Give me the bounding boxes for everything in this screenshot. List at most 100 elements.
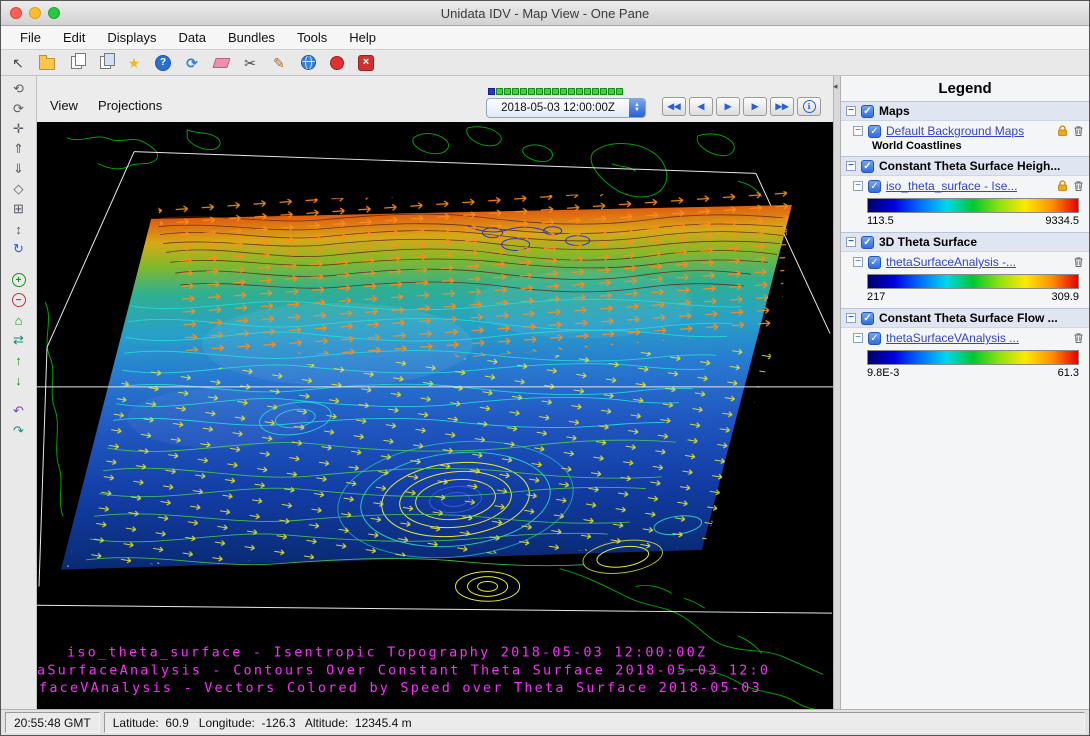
collapse-icon[interactable] xyxy=(846,237,856,247)
animation-properties-button[interactable]: ℹ xyxy=(797,97,821,116)
display-link[interactable]: Default Background Maps xyxy=(886,124,1024,138)
timeline-step[interactable] xyxy=(520,88,527,95)
collapse-icon[interactable] xyxy=(846,161,856,171)
menu-edit[interactable]: Edit xyxy=(52,27,96,48)
menu-bundles[interactable]: Bundles xyxy=(217,27,286,48)
pane-splitter[interactable]: ◂ xyxy=(833,76,841,709)
collapse-icon[interactable] xyxy=(853,257,863,267)
timeline-step[interactable] xyxy=(560,88,567,95)
visibility-checkbox[interactable] xyxy=(868,332,881,345)
timeline-step[interactable] xyxy=(552,88,559,95)
timeline-step[interactable] xyxy=(544,88,551,95)
rotate-right-icon[interactable]: ⟳ xyxy=(7,100,31,118)
menu-tools[interactable]: Tools xyxy=(286,27,338,48)
grid-view-icon[interactable]: ⊞ xyxy=(7,200,31,218)
delete-icon[interactable] xyxy=(1073,332,1084,344)
display-link[interactable]: thetaSurfaceAnalysis -... xyxy=(886,255,1016,269)
zoom-out-icon[interactable]: − xyxy=(7,291,31,309)
edit-pencil-icon[interactable]: ✎ xyxy=(268,52,290,73)
tilt-up-icon[interactable]: ⇑ xyxy=(7,140,31,158)
paste-page-icon[interactable] xyxy=(94,52,116,73)
timeline-step[interactable] xyxy=(584,88,591,95)
step-back-button[interactable]: ◀ xyxy=(689,97,713,116)
display-link[interactable]: iso_theta_surface - Ise... xyxy=(886,179,1017,193)
close-window-button[interactable] xyxy=(10,7,22,19)
visibility-checkbox[interactable] xyxy=(861,236,874,249)
delete-icon[interactable] xyxy=(1073,180,1084,192)
stop-icon[interactable]: × xyxy=(355,52,377,73)
pan-view-icon[interactable]: ✛ xyxy=(7,120,31,138)
timeline-step[interactable] xyxy=(592,88,599,95)
timeline-step[interactable] xyxy=(536,88,543,95)
map-view-canvas[interactable]: iso_theta_surface - Isentropic Topograph… xyxy=(37,122,833,709)
timeline-step[interactable] xyxy=(512,88,519,95)
pan-horizontal-icon[interactable]: ⇄ xyxy=(7,331,31,349)
menu-displays[interactable]: Displays xyxy=(96,27,167,48)
menu-help[interactable]: Help xyxy=(338,27,387,48)
open-folder-icon[interactable] xyxy=(36,52,58,73)
lock-icon[interactable] xyxy=(1057,125,1068,137)
timeline-step[interactable] xyxy=(600,88,607,95)
visibility-checkbox[interactable] xyxy=(861,160,874,173)
menu-data[interactable]: Data xyxy=(167,27,216,48)
colorbar-gradient[interactable] xyxy=(867,350,1079,365)
refresh-view-icon[interactable]: ↻ xyxy=(7,240,31,258)
timeline-step[interactable] xyxy=(576,88,583,95)
timeline-step[interactable] xyxy=(528,88,535,95)
timeline-step[interactable] xyxy=(496,88,503,95)
cut-icon[interactable]: ✂ xyxy=(239,52,261,73)
pan-up-icon[interactable]: ↑ xyxy=(7,351,31,369)
timeline-step[interactable] xyxy=(504,88,511,95)
collapse-icon[interactable] xyxy=(853,126,863,136)
go-to-start-button[interactable]: ◀◀ xyxy=(662,97,686,116)
display-link[interactable]: thetaSurfaceVAnalysis ... xyxy=(886,331,1019,345)
collapse-icon[interactable] xyxy=(853,333,863,343)
lock-icon[interactable] xyxy=(1057,180,1068,192)
perspective-view-icon[interactable]: ◇ xyxy=(7,180,31,198)
visibility-checkbox[interactable] xyxy=(861,105,874,118)
reload-icon[interactable]: ⟳ xyxy=(181,52,203,73)
timeline-step[interactable] xyxy=(568,88,575,95)
visibility-checkbox[interactable] xyxy=(868,256,881,269)
colorbar-gradient[interactable] xyxy=(867,274,1079,289)
pan-down-icon[interactable]: ↓ xyxy=(7,371,31,389)
rotate-left-icon[interactable]: ⟲ xyxy=(7,80,31,98)
visibility-checkbox[interactable] xyxy=(861,312,874,325)
visibility-checkbox[interactable] xyxy=(868,125,881,138)
time-stepper-icon[interactable] xyxy=(629,99,645,117)
delete-icon[interactable] xyxy=(1073,125,1084,137)
menu-file[interactable]: File xyxy=(9,27,52,48)
home-view-icon[interactable]: ⌂ xyxy=(7,311,31,329)
timeline-step[interactable] xyxy=(488,88,495,95)
record-icon[interactable] xyxy=(326,52,348,73)
visibility-checkbox[interactable] xyxy=(868,180,881,193)
titlebar[interactable]: Unidata IDV - Map View - One Pane xyxy=(1,1,1089,26)
copy-page-icon[interactable] xyxy=(65,52,87,73)
undo-icon[interactable]: ↶ xyxy=(7,402,31,420)
help-icon[interactable]: ? xyxy=(152,52,174,73)
favorites-star-icon[interactable]: ★ xyxy=(123,52,145,73)
timeline-step[interactable] xyxy=(608,88,615,95)
delete-icon[interactable] xyxy=(1073,256,1084,268)
step-forward-button[interactable]: ▶ xyxy=(743,97,767,116)
timeline-step[interactable] xyxy=(616,88,623,95)
menu-projections[interactable]: Projections xyxy=(89,96,171,115)
time-selector[interactable]: 2018-05-03 12:00:00Z xyxy=(486,98,646,118)
collapse-pane-icon[interactable]: ◂ xyxy=(833,81,838,92)
vertical-range-icon[interactable]: ↕ xyxy=(7,220,31,238)
pointer-icon[interactable]: ↖ xyxy=(7,52,29,73)
menu-view[interactable]: View xyxy=(41,96,87,115)
collapse-icon[interactable] xyxy=(846,313,856,323)
zoom-window-button[interactable] xyxy=(48,7,60,19)
colorbar-gradient[interactable] xyxy=(867,198,1079,213)
collapse-icon[interactable] xyxy=(853,181,863,191)
play-button[interactable]: ▶ xyxy=(716,97,740,116)
globe-icon[interactable] xyxy=(297,52,319,73)
minimize-window-button[interactable] xyxy=(29,7,41,19)
go-to-end-button[interactable]: ▶▶ xyxy=(770,97,794,116)
zoom-in-icon[interactable]: + xyxy=(7,271,31,289)
eraser-icon[interactable] xyxy=(210,52,232,73)
tilt-down-icon[interactable]: ⇓ xyxy=(7,160,31,178)
redo-icon[interactable]: ↷ xyxy=(7,422,31,440)
collapse-icon[interactable] xyxy=(846,106,856,116)
